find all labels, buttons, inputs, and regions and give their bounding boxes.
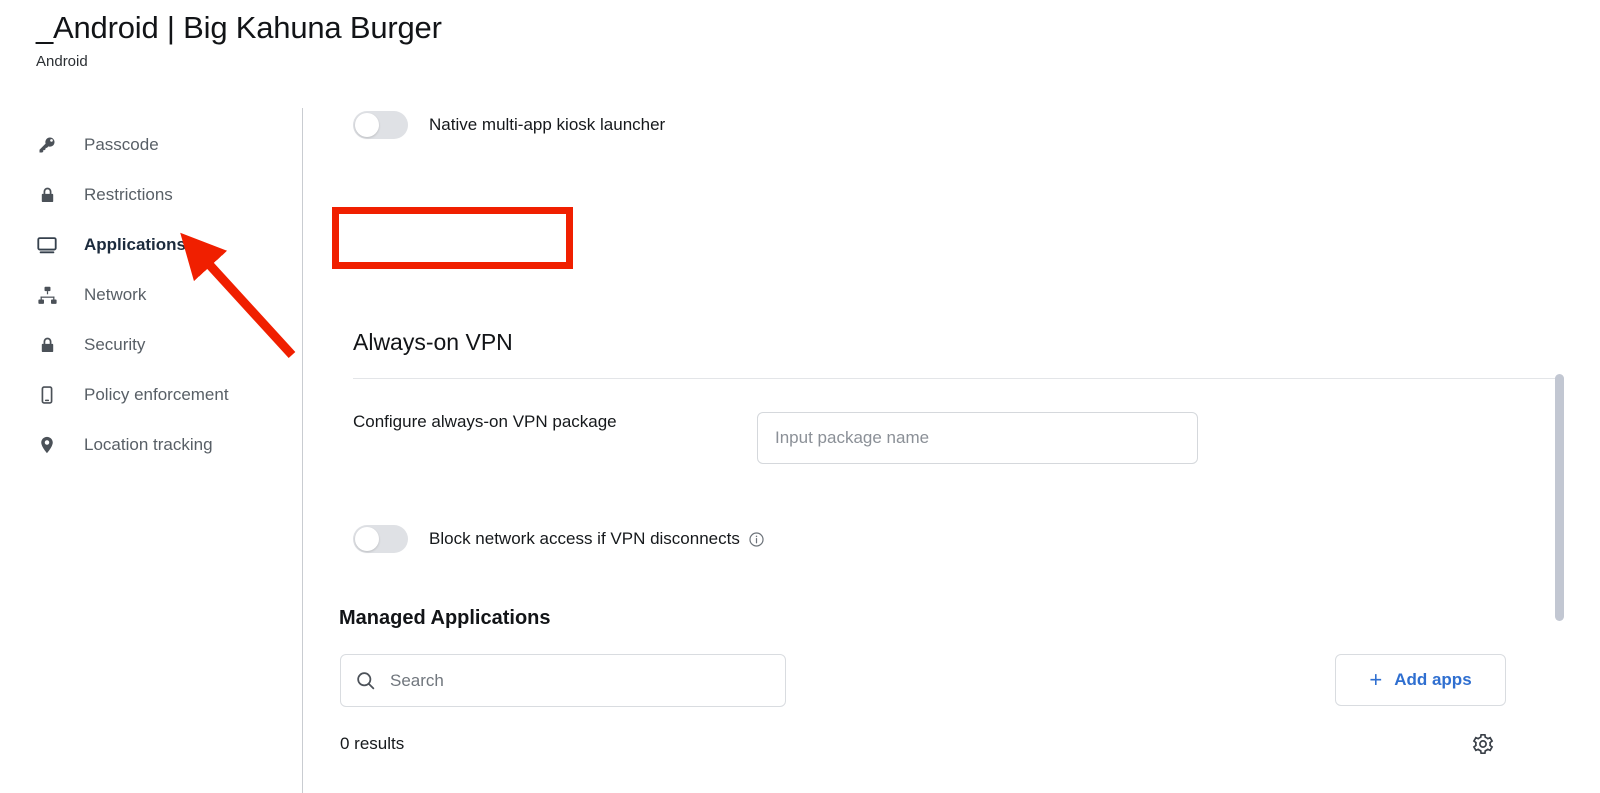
sidebar-item-label: Security — [84, 335, 146, 354]
sidebar-item-applications[interactable]: Applications — [36, 230, 286, 260]
sidebar-item-label: Location tracking — [84, 435, 213, 454]
block-network-label: Block network access if VPN disconnects — [429, 529, 740, 548]
info-circle-icon[interactable] — [748, 531, 765, 548]
sidebar-item-network[interactable]: Network — [36, 280, 286, 310]
always-on-vpn-heading: Always-on VPN — [353, 329, 513, 355]
phone-icon — [36, 384, 58, 406]
key-icon — [36, 134, 58, 156]
sidebar-item-location-tracking[interactable]: Location tracking — [36, 430, 286, 460]
managed-applications-heading: Managed Applications — [339, 607, 551, 629]
sidebar-item-label: Passcode — [84, 135, 159, 154]
gear-icon[interactable] — [1471, 732, 1495, 756]
sidebar-item-label: Policy enforcement — [84, 385, 229, 404]
sidebar-item-restrictions[interactable]: Restrictions — [36, 180, 286, 210]
page-subtitle: Android — [36, 53, 88, 70]
search-icon — [355, 670, 376, 691]
vpn-package-input[interactable] — [757, 412, 1198, 464]
sidebar-item-label: Network — [84, 285, 147, 304]
section-divider — [353, 378, 1563, 379]
scrollbar-thumb[interactable] — [1555, 374, 1564, 621]
results-count: 0 results — [340, 734, 405, 753]
network-icon — [36, 284, 58, 306]
main-content: Native multi-app kiosk launcher Always-o… — [303, 108, 1600, 793]
toggle-knob — [355, 527, 379, 551]
vpn-package-label: Configure always-on VPN package — [353, 412, 617, 431]
page-header: _Android | Big Kahuna Burger Android — [36, 8, 442, 72]
lock-icon — [36, 184, 58, 206]
app-search-box[interactable] — [340, 654, 786, 707]
vpn-package-row: Configure always-on VPN package — [353, 412, 617, 432]
sidebar: Passcode Restrictions Applications Netwo… — [0, 108, 303, 793]
toggle-knob — [355, 113, 379, 137]
sidebar-item-label: Applications — [84, 235, 187, 254]
add-apps-button[interactable]: + Add apps — [1335, 654, 1506, 706]
monitor-icon — [36, 234, 58, 256]
vertical-scrollbar[interactable] — [1553, 370, 1567, 625]
app-root: _Android | Big Kahuna Burger Android Pas… — [0, 0, 1600, 793]
block-network-row: Block network access if VPN disconnects — [353, 525, 765, 553]
plus-icon: + — [1369, 667, 1383, 692]
lock-icon — [36, 334, 58, 356]
kiosk-launcher-label: Native multi-app kiosk launcher — [429, 115, 666, 134]
sidebar-item-label: Restrictions — [84, 185, 173, 204]
sidebar-item-passcode[interactable]: Passcode — [36, 130, 286, 160]
search-input[interactable] — [390, 670, 771, 691]
page-title: _Android | Big Kahuna Burger — [36, 10, 442, 45]
sidebar-item-security[interactable]: Security — [36, 330, 286, 360]
location-pin-icon — [36, 434, 58, 456]
add-apps-label: Add apps — [1394, 670, 1472, 689]
kiosk-launcher-row: Native multi-app kiosk launcher — [353, 108, 665, 142]
sidebar-item-policy-enforcement[interactable]: Policy enforcement — [36, 380, 286, 410]
kiosk-launcher-toggle[interactable] — [353, 111, 408, 139]
block-network-toggle[interactable] — [353, 525, 408, 553]
